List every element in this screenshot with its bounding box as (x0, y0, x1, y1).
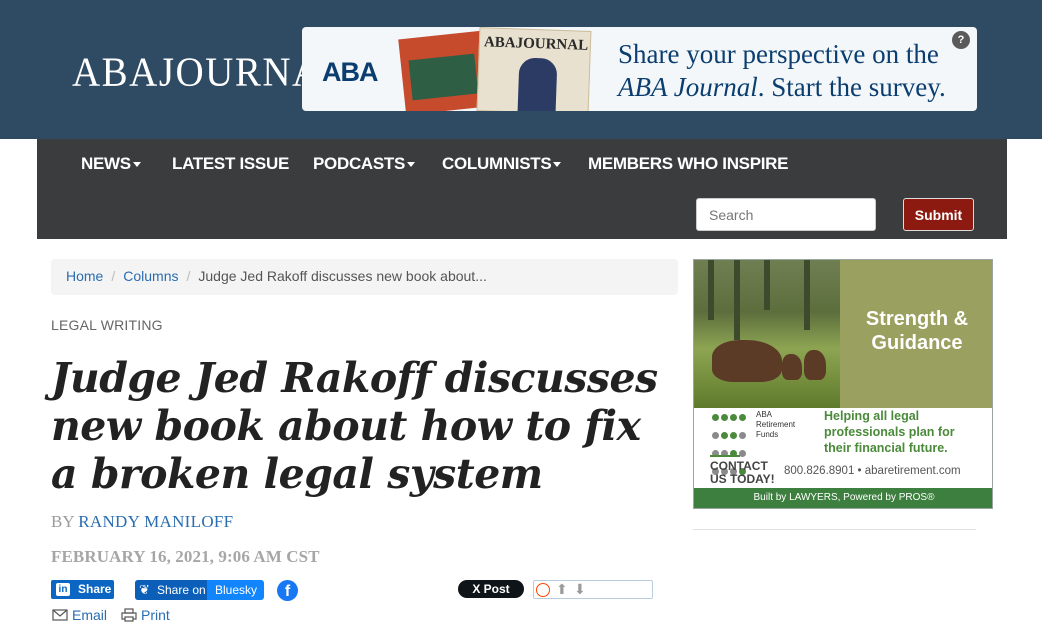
banner-text-line1: Share your perspective on the (618, 39, 939, 69)
retirement-funds-ad[interactable]: Strength & Guidance ABA Retirement Funds… (693, 259, 993, 509)
search-input[interactable] (696, 198, 876, 231)
magazine-title: ABAJOURNAL (483, 34, 589, 54)
magazine-cover-image: ABAJOURNAL (476, 27, 592, 111)
reddit-icon[interactable] (536, 583, 550, 597)
breadcrumb-columns[interactable]: Columns (123, 268, 178, 284)
bluesky-share-left: ❦ Share on (135, 580, 207, 600)
site-header: ABAJOURNAL ABA ABAJOURNAL Share your per… (0, 0, 1042, 139)
chevron-down-icon (553, 162, 562, 168)
banner-cta: . Start the survey. (757, 72, 946, 102)
ad-contact: CONTACT US TODAY! (710, 455, 780, 486)
bluesky-share-label: Share on (157, 583, 206, 597)
article-title: Judge Jed Rakoff discusses new book abou… (51, 354, 658, 498)
magazine-cover-figure (517, 57, 558, 111)
envelope-icon (52, 609, 68, 621)
nav-columnists[interactable]: COLUMNISTS (442, 154, 562, 174)
ad-headline-2: Guidance (871, 332, 963, 354)
breadcrumb-home[interactable]: Home (66, 268, 103, 284)
breadcrumb-separator: / (186, 268, 191, 284)
chevron-down-icon (407, 162, 416, 168)
ad-fund-name: ABA Retirement Funds (756, 410, 796, 439)
linkedin-share-label: Share (78, 582, 112, 596)
magazine-cover-image (398, 30, 488, 111)
email-link[interactable]: Email (52, 607, 107, 623)
upvote-arrow-icon[interactable]: ⬆ (556, 581, 568, 597)
breadcrumb-separator: / (111, 268, 116, 284)
nav-news-label: NEWS (81, 154, 131, 173)
publish-date: FEBRUARY 16, 2021, 9:06 AM CST (51, 547, 320, 566)
breadcrumb: Home / Columns / Judge Jed Rakoff discusses … (51, 259, 678, 295)
nav-members-who-inspire[interactable]: MEMBERS WHO INSPIRE (588, 154, 789, 174)
nav-latest-issue-label: LATEST ISSUE (172, 154, 289, 173)
sidebar-divider (693, 529, 976, 530)
chevron-down-icon (132, 162, 141, 168)
nav-news[interactable]: NEWS (81, 154, 141, 174)
linkedin-share-button[interactable]: in Share (51, 580, 114, 599)
main-nav: NEWS LATEST ISSUE PODCASTS COLUMNISTS ME… (37, 139, 1007, 239)
banner-text-line2: ABA Journal. Start the survey. (618, 72, 946, 103)
bluesky-share-button[interactable]: ❦ Share on Bluesky (135, 580, 264, 600)
print-label: Print (141, 607, 170, 623)
byline-prefix: BY (51, 512, 74, 531)
printer-icon (121, 608, 137, 622)
linkedin-icon: in (56, 583, 70, 596)
print-link[interactable]: Print (121, 607, 170, 623)
ad-headline-1: Strength & (865, 308, 969, 330)
nav-columnists-label: COLUMNISTS (442, 154, 552, 173)
submit-button[interactable]: Submit (903, 198, 974, 231)
survey-banner-ad[interactable]: ABA ABAJOURNAL Share your perspective on… (302, 27, 977, 111)
ad-tagline: Helping all legal professionals plan for… (824, 409, 955, 455)
bluesky-name: Bluesky (215, 583, 258, 597)
author-link[interactable]: RANDY MANILOFF (78, 512, 233, 531)
bears-photo (694, 260, 840, 408)
ad-headline-panel: Strength & Guidance (840, 260, 992, 408)
downvote-arrow-icon[interactable]: ⬇ (574, 581, 586, 597)
aba-brand-logo: ABA (322, 57, 378, 87)
ad-phone: 800.826.8901 • abaretirement.com (784, 465, 961, 477)
nav-podcasts-label: PODCASTS (313, 154, 406, 173)
ad-footer: Built by LAWYERS, Powered by PROS® (694, 488, 992, 508)
nav-latest-issue[interactable]: LATEST ISSUE (172, 154, 289, 174)
article-category[interactable]: LEGAL WRITING (51, 317, 163, 333)
butterfly-icon: ❦ (139, 582, 150, 597)
email-label: Email (72, 607, 108, 623)
x-post-button[interactable]: X Post (458, 580, 524, 598)
byline: BY RANDY MANILOFF (51, 512, 233, 532)
nav-podcasts[interactable]: PODCASTS (313, 154, 416, 174)
breadcrumb-current: Judge Jed Rakoff discusses new book abou… (198, 268, 487, 284)
reddit-vote-widget: ⬆ ⬇ (533, 580, 653, 599)
ad-help-icon[interactable]: ? (952, 31, 970, 49)
nav-members-label: MEMBERS WHO INSPIRE (588, 154, 789, 173)
banner-journal-name: ABA Journal (618, 72, 758, 102)
facebook-icon[interactable]: f (277, 580, 298, 601)
